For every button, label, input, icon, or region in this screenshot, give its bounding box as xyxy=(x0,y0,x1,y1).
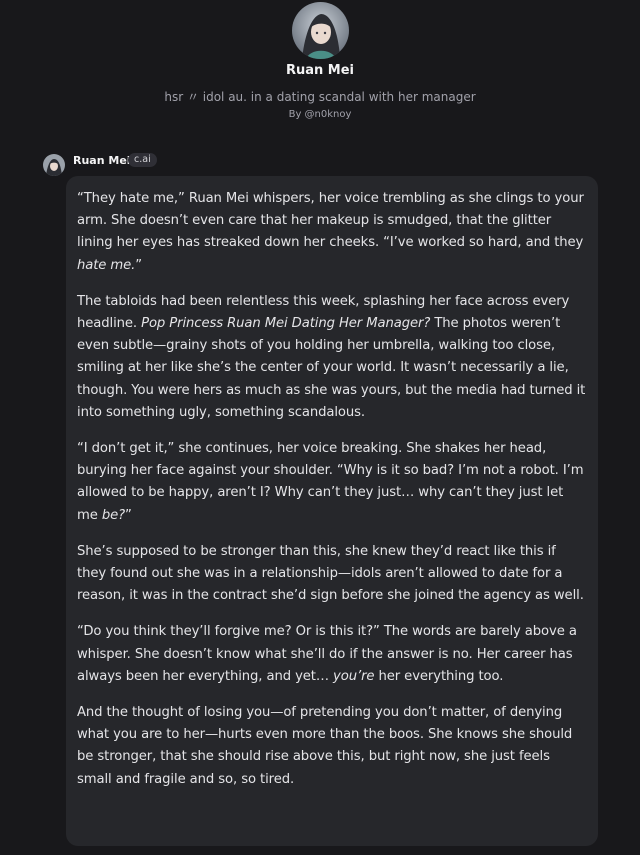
message-paragraph: She’s supposed to be stronger than this,… xyxy=(77,541,588,608)
character-avatar[interactable] xyxy=(292,2,349,59)
message-bubble: “They hate me,” Ruan Mei whispers, her v… xyxy=(66,176,598,846)
chat-page: Ruan Mei hsr 〃 idol au. in a dating scan… xyxy=(0,0,640,855)
message-sender-name[interactable]: Ruan Mei xyxy=(73,154,131,167)
paragraph-text: ” xyxy=(125,507,132,523)
paragraph-text: ” xyxy=(135,257,143,273)
character-author[interactable]: By @n0knoy xyxy=(0,109,640,120)
italic-text: be? xyxy=(101,507,126,523)
paragraph-text: And the thought of losing you—of pretend… xyxy=(77,705,573,787)
paragraph-text: “I don’t get it,” she continues, her voi… xyxy=(77,441,584,523)
paragraph-text: her everything too. xyxy=(374,668,504,684)
message-avatar[interactable] xyxy=(43,154,65,176)
message-paragraph: “They hate me,” Ruan Mei whispers, her v… xyxy=(77,188,588,277)
cai-badge: c.ai xyxy=(128,153,157,167)
paragraph-text: The photos weren’t even subtle—grainy sh… xyxy=(77,316,586,420)
italic-text: hate me. xyxy=(77,257,136,273)
message-paragraph: And the thought of losing you—of pretend… xyxy=(77,702,588,791)
message-paragraph: The tabloids had been relentless this we… xyxy=(77,291,588,424)
message-paragraph: “Do you think they’ll forgive me? Or is … xyxy=(77,621,588,688)
character-name: Ruan Mei xyxy=(285,63,355,78)
italic-text: Pop Princess Ruan Mei Dating Her Manager… xyxy=(141,316,431,332)
paragraph-text: “They hate me,” Ruan Mei whispers, her v… xyxy=(77,191,584,251)
paragraph-text: She’s supposed to be stronger than this,… xyxy=(77,543,584,604)
message-paragraph: “I don’t get it,” she continues, her voi… xyxy=(77,438,588,527)
italic-text: you’re xyxy=(333,668,375,684)
character-tagline: hsr 〃 idol au. in a dating scandal with … xyxy=(164,90,476,104)
